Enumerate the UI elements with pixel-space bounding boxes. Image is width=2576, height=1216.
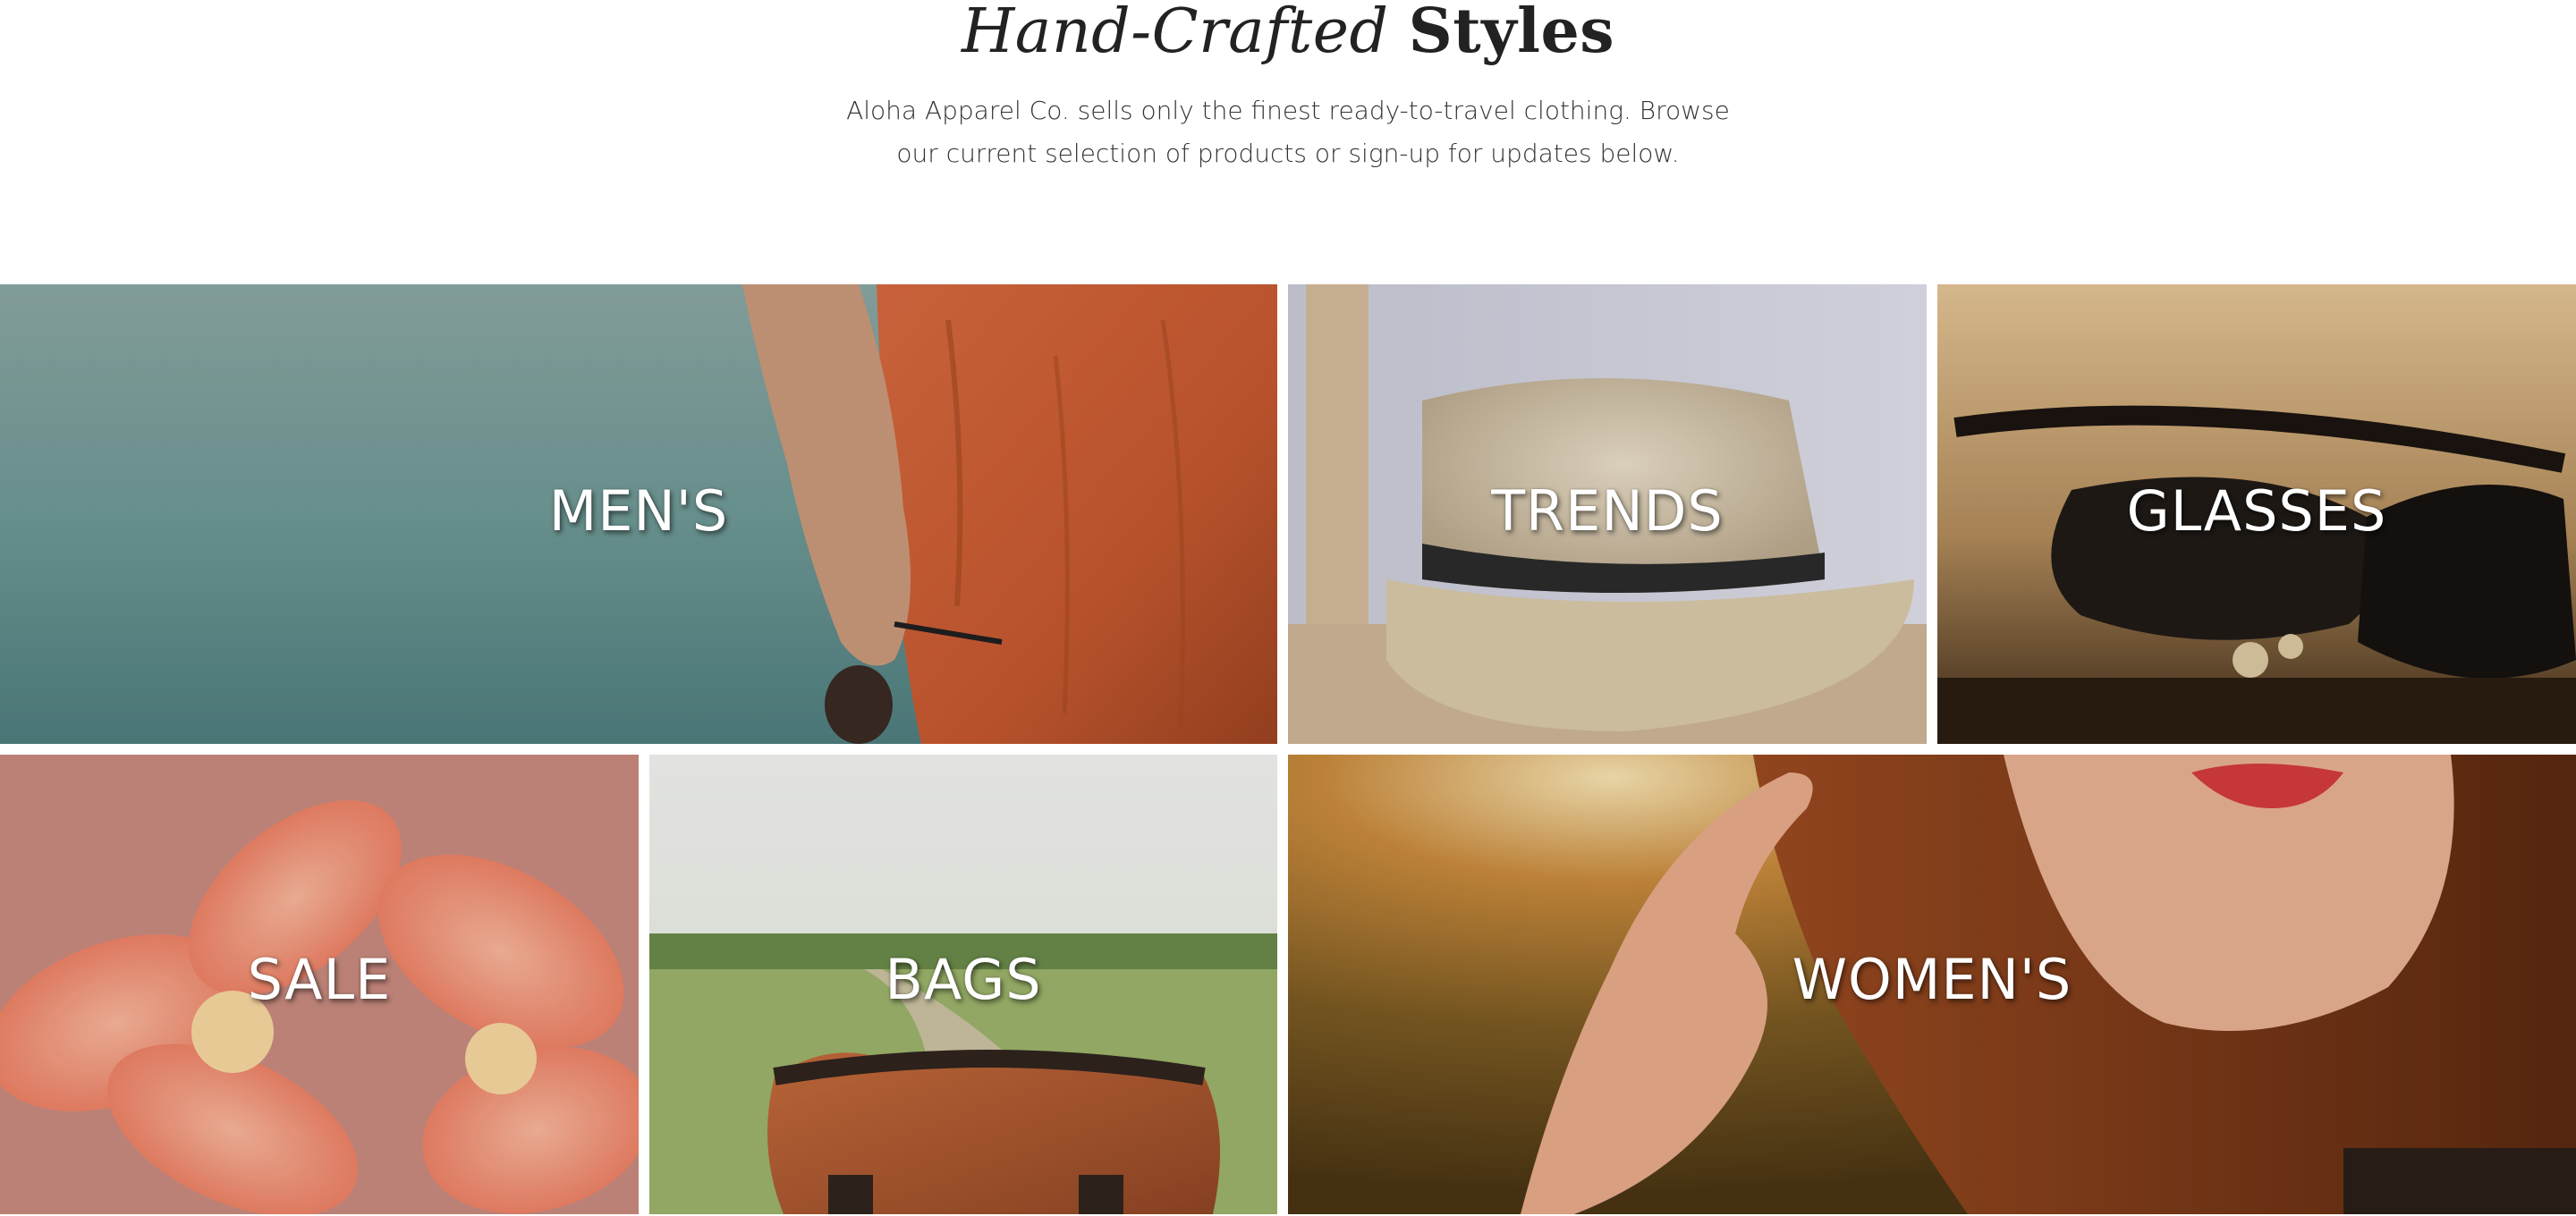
category-tile-mens[interactable]: MEN'S — [0, 284, 1277, 744]
intro-section: Hand-Crafted Styles Aloha Apparel Co. se… — [0, 0, 2576, 284]
category-tile-sale[interactable]: SALE — [0, 755, 639, 1214]
tile-label: BAGS — [885, 946, 1042, 1012]
tile-label: TRENDS — [1491, 477, 1724, 544]
tile-label: SALE — [247, 946, 392, 1012]
intro-description: Aloha Apparel Co. sells only the finest … — [846, 96, 1730, 168]
category-tile-glasses[interactable]: GLASSES — [1937, 284, 2576, 744]
heading-bold-part: Styles — [1408, 0, 1615, 67]
heading-script-part: Hand-Crafted — [961, 0, 1389, 67]
tile-label: GLASSES — [2126, 477, 2387, 544]
page: Hand-Crafted Styles Aloha Apparel Co. se… — [0, 0, 2576, 1216]
category-tile-trends[interactable]: TRENDS — [1288, 284, 1927, 744]
tile-label: MEN'S — [548, 477, 729, 544]
section-heading: Hand-Crafted Styles — [0, 0, 2576, 72]
category-tile-womens[interactable]: WOMEN'S — [1288, 755, 2576, 1214]
tile-label: WOMEN'S — [1792, 946, 2072, 1012]
category-tile-bags[interactable]: BAGS — [649, 755, 1277, 1214]
